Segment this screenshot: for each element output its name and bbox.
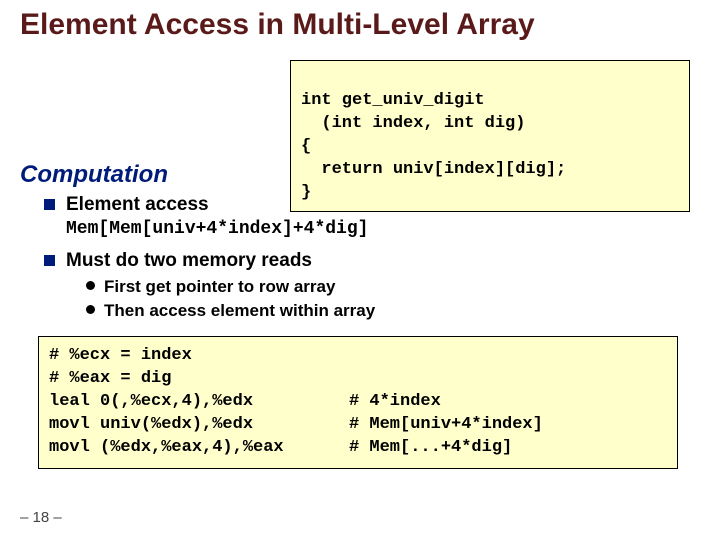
asm-instr: leal 0(,%ecx,4),%edx xyxy=(49,391,349,414)
memory-expression: Mem[Mem[univ+4*index]+4*dig] xyxy=(66,219,700,239)
asm-row: # %ecx = index xyxy=(49,345,667,368)
bullet-item: Element access xyxy=(44,193,700,218)
asm-instr: # %eax = dig xyxy=(49,368,349,391)
code-line: return univ[index][dig]; xyxy=(301,160,566,179)
section-block: Computation Element access Mem[Mem[univ+… xyxy=(20,161,700,469)
slide: Element Access in Multi-Level Array int … xyxy=(0,0,720,540)
asm-instr: movl univ(%edx),%edx xyxy=(49,414,349,437)
bullet-list: Must do two memory reads First get point… xyxy=(44,249,700,322)
asm-comment: # Mem[univ+4*index] xyxy=(349,414,543,437)
code-line: (int index, int dig) xyxy=(301,114,525,133)
sub-bullet-item: First get pointer to row array xyxy=(86,276,700,298)
asm-row: # %eax = dig xyxy=(49,368,667,391)
slide-title: Element Access in Multi-Level Array xyxy=(20,8,700,43)
asm-instr: # %ecx = index xyxy=(49,345,349,368)
asm-comment: # 4*index xyxy=(349,391,441,414)
bullet-list: Element access xyxy=(44,193,700,218)
bullet-text: Must do two memory reads xyxy=(66,250,312,271)
asm-comment: # Mem[...+4*dig] xyxy=(349,437,512,460)
code-box: int get_univ_digit (int index, int dig) … xyxy=(290,60,690,212)
asm-instr: movl (%edx,%eax,4),%eax xyxy=(49,437,349,460)
code-line: int get_univ_digit xyxy=(301,91,485,110)
sub-bullet-item: Then access element within array xyxy=(86,300,700,322)
asm-box: # %ecx = index # %eax = dig leal 0(,%ecx… xyxy=(38,336,678,469)
asm-row: leal 0(,%ecx,4),%edx # 4*index xyxy=(49,391,667,414)
bullet-item: Must do two memory reads First get point… xyxy=(44,249,700,322)
asm-row: movl univ(%edx),%edx # Mem[univ+4*index] xyxy=(49,414,667,437)
slide-number: – 18 – xyxy=(20,509,62,526)
code-line: { xyxy=(301,137,311,156)
asm-row: movl (%edx,%eax,4),%eax # Mem[...+4*dig] xyxy=(49,437,667,460)
sub-bullet-list: First get pointer to row array Then acce… xyxy=(86,276,700,322)
